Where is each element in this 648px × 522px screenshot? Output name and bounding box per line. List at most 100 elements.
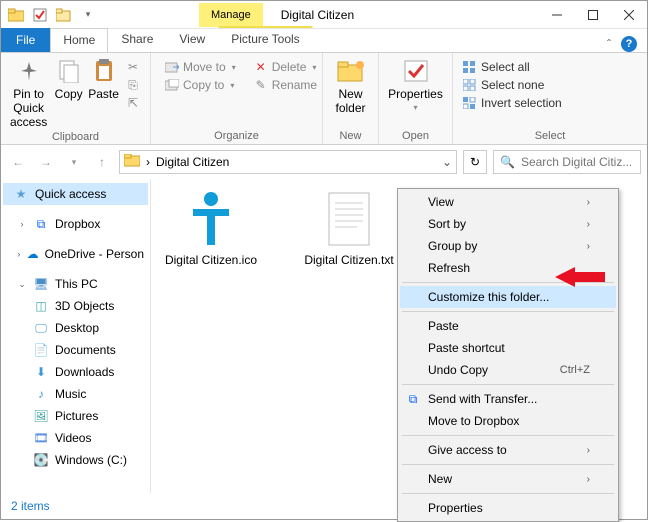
cm-properties[interactable]: Properties (400, 497, 616, 519)
search-input[interactable] (521, 155, 631, 169)
address-bar[interactable]: › Digital Citizen ⌄ (119, 150, 457, 174)
tab-home[interactable]: Home (50, 28, 108, 52)
separator (402, 493, 614, 494)
properties-icon (401, 57, 431, 85)
3d-icon: ◫ (33, 298, 49, 314)
group-select: Select (459, 128, 641, 142)
cm-undo-copy[interactable]: Undo CopyCtrl+Z (400, 359, 616, 381)
tab-share[interactable]: Share (108, 27, 166, 52)
qat-dropdown-icon[interactable]: ▾ (77, 4, 99, 26)
new-folder-button[interactable]: New folder (329, 57, 372, 115)
tab-file[interactable]: File (1, 28, 50, 52)
maximize-button[interactable] (575, 2, 611, 28)
cm-paste-shortcut[interactable]: Paste shortcut (400, 337, 616, 359)
titlebar: ▾ Manage Digital Citizen (1, 1, 647, 29)
ico-thumbnail (183, 191, 239, 247)
cm-give-access[interactable]: Give access to› (400, 439, 616, 461)
nav-desktop[interactable]: 🖵Desktop (3, 317, 148, 339)
nav-music[interactable]: ♪Music (3, 383, 148, 405)
cut-button[interactable]: ✂ (122, 59, 144, 75)
nav-windows-c[interactable]: 💽Windows (C:) (3, 449, 148, 471)
nav-this-pc[interactable]: ⌄🖥This PC (3, 273, 148, 295)
nav-pictures[interactable]: 🖼Pictures (3, 405, 148, 427)
pin-icon (14, 57, 44, 85)
search-box[interactable]: 🔍 (493, 150, 641, 174)
nav-videos[interactable]: 🎞Videos (3, 427, 148, 449)
recent-locations-button[interactable]: ▾ (63, 151, 85, 173)
file-label: Digital Citizen.ico (165, 253, 257, 267)
drive-icon: 💽 (33, 452, 49, 468)
select-none-icon (463, 78, 477, 92)
cm-sort-by[interactable]: Sort by› (400, 213, 616, 235)
onedrive-icon: ☁ (27, 246, 39, 262)
file-item-ico[interactable]: Digital Citizen.ico (161, 191, 261, 267)
navigation-pane: ★Quick access ›⧉Dropbox ›☁OneDrive - Per… (1, 179, 151, 493)
copy-to-button[interactable]: Copy to (161, 77, 240, 93)
nav-dropbox[interactable]: ›⧉Dropbox (3, 213, 148, 235)
invert-icon (463, 96, 477, 110)
separator (402, 435, 614, 436)
shortcut-label: Ctrl+Z (560, 364, 590, 376)
group-new: New (329, 128, 372, 142)
breadcrumb[interactable]: Digital Citizen (156, 155, 229, 169)
nav-onedrive[interactable]: ›☁OneDrive - Person (3, 243, 148, 265)
separator (402, 311, 614, 312)
minimize-button[interactable] (539, 2, 575, 28)
tab-view[interactable]: View (166, 27, 218, 52)
star-icon: ★ (13, 186, 29, 202)
nav-3d-objects[interactable]: ◫3D Objects (3, 295, 148, 317)
group-clipboard: Clipboard (7, 129, 144, 143)
delete-button[interactable]: ✕Delete (250, 59, 321, 75)
properties-button[interactable]: Properties ▾ (385, 57, 446, 112)
qat-newfolder-icon[interactable] (53, 4, 75, 26)
delete-icon: ✕ (254, 60, 268, 74)
rename-button[interactable]: ✎Rename (250, 77, 321, 93)
nav-quick-access[interactable]: ★Quick access (3, 183, 148, 205)
refresh-button[interactable]: ↻ (463, 150, 487, 174)
cm-paste[interactable]: Paste (400, 315, 616, 337)
tab-picture-tools[interactable]: Picture Tools (218, 26, 312, 52)
nav-documents[interactable]: 📄Documents (3, 339, 148, 361)
copy-path-button[interactable]: ⎘ (122, 77, 144, 93)
copy-button[interactable]: Copy (52, 57, 85, 101)
cm-view[interactable]: View› (400, 191, 616, 213)
move-to-button[interactable]: Move to (161, 59, 240, 75)
nav-downloads[interactable]: ⬇Downloads (3, 361, 148, 383)
nav-row: ← → ▾ ↑ › Digital Citizen ⌄ ↻ 🔍 (1, 145, 647, 179)
path-icon: ⎘ (126, 78, 140, 92)
collapse-ribbon-icon[interactable]: ˆ (607, 37, 611, 51)
contextual-tab-manage: Manage (199, 3, 263, 27)
select-none-button[interactable]: Select none (459, 77, 566, 93)
cm-new[interactable]: New› (400, 468, 616, 490)
file-item-txt[interactable]: Digital Citizen.txt (299, 191, 399, 267)
pin-label: Pin to Quick access (7, 87, 50, 129)
cm-move-dropbox[interactable]: Move to Dropbox (400, 410, 616, 432)
close-button[interactable] (611, 2, 647, 28)
group-organize: Organize (157, 128, 316, 142)
paste-button[interactable]: Paste (87, 57, 120, 101)
forward-button[interactable]: → (35, 151, 57, 173)
group-open: Open (385, 128, 446, 142)
txt-thumbnail (321, 191, 377, 247)
select-all-button[interactable]: Select all (459, 59, 566, 75)
back-button[interactable]: ← (7, 151, 29, 173)
chevron-right-icon: › (587, 219, 590, 230)
separator (402, 384, 614, 385)
up-button[interactable]: ↑ (91, 151, 113, 173)
documents-icon: 📄 (33, 342, 49, 358)
file-label: Digital Citizen.txt (304, 253, 393, 267)
address-dropdown-icon[interactable]: ⌄ (442, 155, 452, 169)
cm-send-transfer[interactable]: ⧉Send with Transfer... (400, 388, 616, 410)
qat-properties-icon[interactable] (29, 4, 51, 26)
context-menu: View› Sort by› Group by› Refresh Customi… (397, 188, 619, 522)
paste-shortcut-button[interactable]: ⇱ (122, 95, 144, 111)
folder-icon (5, 4, 27, 26)
cm-group-by[interactable]: Group by› (400, 235, 616, 257)
new-folder-icon (336, 57, 366, 85)
invert-selection-button[interactable]: Invert selection (459, 95, 566, 111)
dropbox-icon: ⧉ (33, 216, 49, 232)
chevron-right-icon: › (587, 197, 590, 208)
help-icon[interactable]: ? (621, 36, 637, 52)
pin-quick-access-button[interactable]: Pin to Quick access (7, 57, 50, 129)
chevron-right-icon: › (587, 445, 590, 456)
